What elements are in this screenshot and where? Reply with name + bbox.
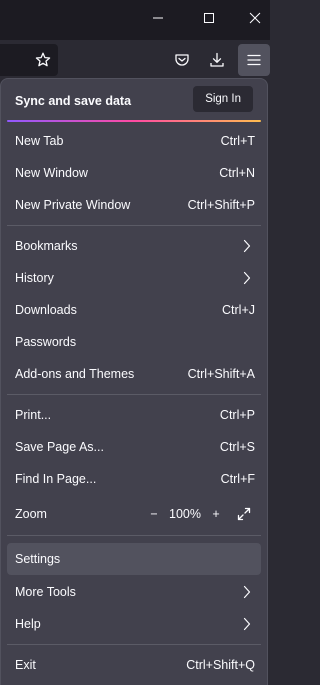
menu-item-settings[interactable]: Settings [7,543,261,575]
menu-item-label: Passwords [15,335,77,349]
menu-item-history[interactable]: History [7,264,261,292]
menu-item-shortcut: Ctrl+P [219,408,255,422]
hamburger-menu-icon [247,54,261,66]
menu-item-shortcut: Ctrl+J [222,303,255,317]
downloads-button[interactable] [201,44,233,76]
menu-item-label: History [15,271,54,285]
menu-item-label: Add-ons and Themes [15,367,135,381]
accent-divider [7,120,261,122]
chevron-right-icon [243,617,251,634]
chevron-right-icon [243,271,251,288]
menu-item-shortcut: Ctrl+S [219,440,255,454]
menu-item-label: Save Page As... [15,440,104,454]
zoom-out-button[interactable]: − [143,503,165,525]
menu-item-label: Print... [15,408,52,422]
menu-item-label: New Window [15,166,88,180]
menu-item-addons-themes[interactable]: Add-ons and Themes Ctrl+Shift+A [7,360,261,388]
fullscreen-button[interactable] [233,503,255,525]
menu-item-new-window[interactable]: New Window Ctrl+N [7,159,261,187]
pocket-icon [175,54,189,66]
menu-item-label: Bookmarks [15,239,78,253]
menu-item-shortcut: Ctrl+Shift+P [187,198,255,212]
menu-item-label: Exit [15,658,36,672]
menu-separator [7,644,261,645]
menu-separator [7,394,261,395]
menu-item-bookmarks[interactable]: Bookmarks [7,232,261,260]
zoom-controls: − 100% + [143,503,255,525]
menu-item-zoom: Zoom − 100% + [7,500,261,528]
menu-item-exit[interactable]: Exit Ctrl+Shift+Q [7,651,261,679]
menu-item-downloads[interactable]: Downloads Ctrl+J [7,296,261,324]
app-menu-button[interactable] [238,44,270,76]
title-bar [0,0,270,40]
menu-item-shortcut: Ctrl+Shift+Q [186,658,255,672]
bookmark-star-icon [35,52,51,67]
menu-item-print[interactable]: Print... Ctrl+P [7,401,261,429]
maximize-button[interactable] [186,0,231,36]
url-bar[interactable] [0,44,58,76]
menu-item-label: New Private Window [15,198,131,212]
menu-item-new-tab[interactable]: New Tab Ctrl+T [7,127,261,155]
fullscreen-expand-icon [237,507,251,521]
menu-item-find-in-page[interactable]: Find In Page... Ctrl+F [7,465,261,493]
menu-item-new-private-window[interactable]: New Private Window Ctrl+Shift+P [7,191,261,219]
menu-item-label: More Tools [15,585,76,599]
bookmark-page-button[interactable] [27,44,59,76]
menu-item-label: Downloads [15,303,77,317]
maximize-icon [203,13,214,23]
pocket-button[interactable] [166,44,198,76]
nav-toolbar [0,40,270,80]
menu-item-label: Settings [15,552,61,566]
minimize-button[interactable] [135,0,180,36]
sync-header: Sync and save data Sign In [1,79,267,121]
close-icon [249,12,260,24]
menu-item-save-page[interactable]: Save Page As... Ctrl+S [7,433,261,461]
close-button[interactable] [232,0,277,36]
zoom-in-button[interactable]: + [205,503,227,525]
downloads-icon [210,52,224,67]
zoom-label: Zoom [15,507,47,521]
menu-item-label: Help [15,617,41,631]
zoom-reset-button[interactable]: 100% [165,507,205,521]
chevron-right-icon [243,585,251,602]
menu-separator [7,225,261,226]
menu-separator [7,535,261,536]
menu-item-shortcut: Ctrl+F [220,472,255,486]
menu-item-label: Find In Page... [15,472,97,486]
menu-item-help[interactable]: Help [7,610,261,638]
minimize-icon [152,17,163,19]
menu-item-label: New Tab [15,134,64,148]
menu-item-passwords[interactable]: Passwords [7,328,261,356]
menu-item-shortcut: Ctrl+N [219,166,255,180]
menu-item-shortcut: Ctrl+Shift+A [187,367,255,381]
app-menu-panel: Sync and save data Sign In New Tab Ctrl+… [0,78,268,685]
chevron-right-icon [243,239,251,256]
sign-in-button[interactable]: Sign In [193,86,253,112]
sync-label: Sync and save data [15,94,132,108]
menu-item-more-tools[interactable]: More Tools [7,578,261,606]
menu-item-shortcut: Ctrl+T [220,134,255,148]
